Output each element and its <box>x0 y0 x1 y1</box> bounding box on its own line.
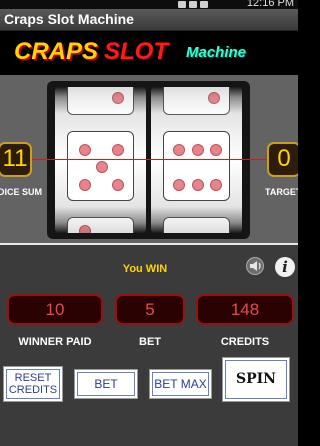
die-face-1 <box>163 217 230 233</box>
pip <box>210 178 223 191</box>
pip <box>112 143 125 156</box>
pip <box>78 225 91 233</box>
logo-slot: SLOT <box>104 38 168 65</box>
pip <box>172 178 185 191</box>
die-face-5 <box>67 131 134 201</box>
pip <box>210 143 223 156</box>
reel-left <box>55 87 146 233</box>
logo-craps: CRAPS <box>14 38 99 65</box>
die-face-2 <box>67 87 134 115</box>
pip <box>208 92 221 104</box>
status-clock: 12:16 PM <box>246 0 294 9</box>
pip <box>191 143 204 156</box>
pip <box>191 178 204 191</box>
reset-credits-button[interactable]: RESET CREDITS <box>3 366 63 402</box>
pip <box>112 92 125 104</box>
pip <box>95 161 108 173</box>
pip <box>78 143 91 156</box>
spin-button[interactable]: SPIN <box>222 357 290 402</box>
pip <box>112 178 125 191</box>
bet-button[interactable]: BET <box>74 369 138 399</box>
status-bar: 12:16 PM <box>0 0 298 9</box>
reset-credits-line1: RESET <box>14 372 52 384</box>
app-title: Craps Slot Machine <box>4 11 134 27</box>
die-face-3 <box>67 217 134 233</box>
pip <box>78 178 91 191</box>
reel-frame <box>47 81 250 239</box>
reset-credits-line2: CREDITS <box>8 384 58 396</box>
credits-label: CREDITS <box>220 336 270 348</box>
win-line <box>0 159 298 160</box>
dice-sum-display: 11 <box>0 142 32 177</box>
control-panel: You WIN i 10 5 148 WINNER PAID BET CREDI… <box>0 245 298 446</box>
pip <box>172 143 185 156</box>
title-bar: Craps Slot Machine <box>0 9 298 31</box>
target-display: 0 <box>267 142 298 177</box>
winner-paid-display: 10 <box>7 294 103 325</box>
status-icons <box>178 0 208 9</box>
info-icon[interactable]: i <box>275 257 295 277</box>
die-face-2 <box>163 87 230 115</box>
signal-icon <box>189 1 197 8</box>
battery-icon <box>200 1 208 8</box>
logo-banner: CRAPS SLOT Machine <box>0 31 298 75</box>
credits-display: 148 <box>196 294 294 325</box>
bet-label: BET <box>139 336 161 348</box>
bet-display: 5 <box>115 294 185 325</box>
winner-paid-label: WINNER PAID <box>18 336 92 348</box>
bet-max-button[interactable]: BET MAX <box>149 369 212 399</box>
dice-sum-label: DICE SUM <box>0 187 43 197</box>
target-label: TARGET <box>265 187 298 197</box>
speaker-icon[interactable] <box>246 257 264 275</box>
die-face-6 <box>163 131 230 201</box>
network-icon <box>178 1 186 8</box>
logo-machine: Machine <box>186 44 247 61</box>
reel-right <box>151 87 242 233</box>
app-screen: 12:16 PM Craps Slot Machine CRAPS SLOT M… <box>0 0 298 446</box>
